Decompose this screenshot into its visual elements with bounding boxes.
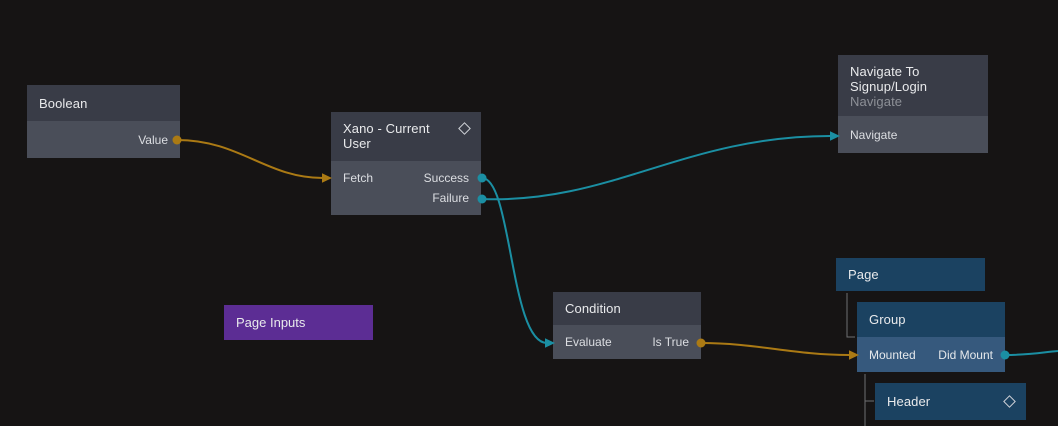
port-row: Mounted Did Mount (857, 337, 1005, 372)
node-title: Boolean (39, 96, 168, 111)
node-title: Condition (565, 301, 689, 316)
component-diamond-icon (1003, 395, 1016, 408)
port-row: Evaluate Is True (553, 325, 701, 359)
node-header-header: Header (875, 383, 1026, 420)
node-subtitle: Navigate (850, 94, 976, 109)
wire-did-mount-offscreen[interactable] (1005, 351, 1058, 355)
output-port-failure[interactable]: Failure (432, 191, 469, 205)
output-port-did-mount[interactable]: Did Mount (938, 348, 993, 362)
node-title: Page (848, 267, 973, 282)
node-xano-header: Xano - Current User (331, 112, 481, 161)
node-graph-canvas[interactable]: Boolean Value Xano - Current User Fetch … (0, 0, 1058, 426)
node-boolean[interactable]: Boolean Value (27, 85, 180, 158)
node-group-header: Group (857, 302, 1005, 337)
wire-success-to-evaluate[interactable] (482, 178, 547, 343)
input-port-mounted[interactable]: Mounted (869, 348, 916, 362)
node-page-header: Page (836, 258, 985, 291)
wire-failure-to-navigate[interactable] (482, 136, 830, 199)
port-row: Failure (331, 188, 481, 208)
node-title: Page Inputs (236, 315, 305, 330)
input-port-fetch[interactable]: Fetch (343, 171, 373, 185)
node-title: Navigate To Signup/Login (850, 64, 976, 94)
node-xano-current-user[interactable]: Xano - Current User Fetch Success Failur… (331, 112, 481, 215)
node-title: Header (887, 394, 1005, 409)
node-navigate-to-signup-login[interactable]: Navigate To Signup/Login Navigate Naviga… (838, 55, 988, 153)
output-port-success[interactable]: Success (424, 171, 469, 185)
node-title: Group (869, 312, 993, 327)
port-row: Value (27, 121, 180, 158)
node-page-inputs[interactable]: Page Inputs (224, 305, 373, 340)
wire-value-to-fetch[interactable] (177, 140, 323, 178)
node-page[interactable]: Page (836, 258, 985, 291)
node-group[interactable]: Group Mounted Did Mount (857, 302, 1005, 372)
input-port-navigate[interactable]: Navigate (850, 128, 897, 142)
port-row: Fetch Success (331, 168, 481, 188)
output-port-is-true[interactable]: Is True (652, 335, 689, 349)
wire-is-true-to-mounted[interactable] (701, 343, 849, 355)
input-port-evaluate[interactable]: Evaluate (565, 335, 612, 349)
output-port-value[interactable]: Value (138, 133, 168, 147)
node-condition-header: Condition (553, 292, 701, 325)
port-row: Navigate (838, 116, 988, 153)
node-header-element[interactable]: Header (875, 383, 1026, 420)
node-boolean-header: Boolean (27, 85, 180, 121)
node-condition[interactable]: Condition Evaluate Is True (553, 292, 701, 359)
tree-line-page-to-group (847, 293, 855, 337)
node-title: Xano - Current User (343, 121, 460, 151)
node-navigate-header: Navigate To Signup/Login Navigate (838, 55, 988, 116)
component-diamond-icon (458, 122, 471, 135)
